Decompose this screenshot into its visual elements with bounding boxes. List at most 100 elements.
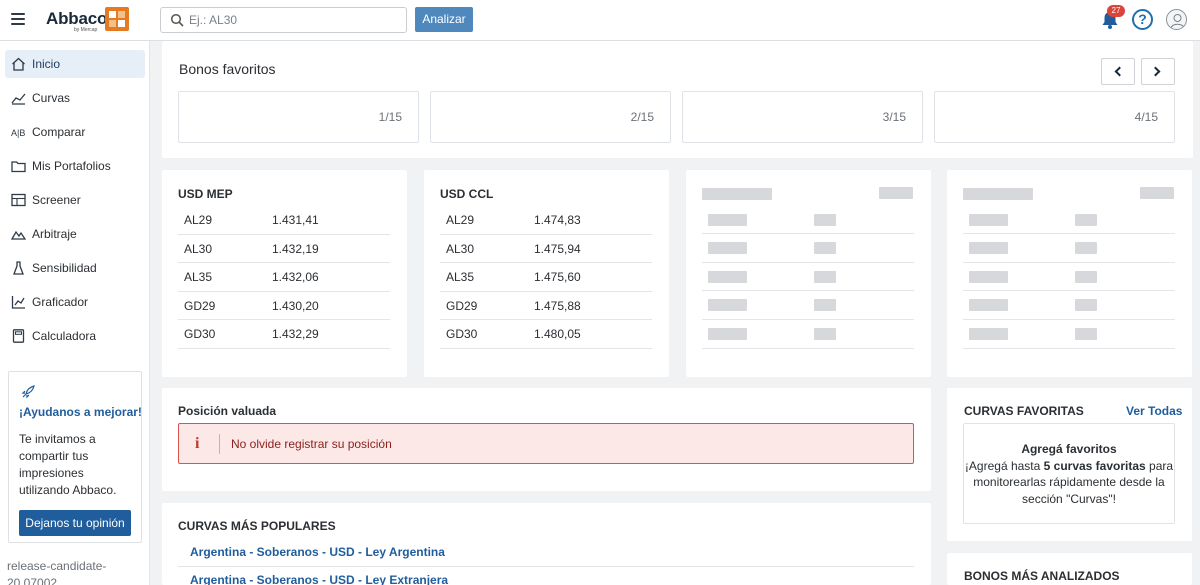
chart-line-icon <box>11 93 26 105</box>
sidebar-item-arbitraje[interactable]: Arbitraje <box>5 220 145 248</box>
usd-mep-title: USD MEP <box>178 187 233 201</box>
sidebar-item-calculadora[interactable]: Calculadora <box>5 322 145 350</box>
sidebar-item-mis-portafolios[interactable]: Mis Portafolios <box>5 152 145 180</box>
sidebar-item-label: Curvas <box>32 91 71 105</box>
skeleton-cell <box>708 328 747 340</box>
menu-icon[interactable] <box>11 13 25 25</box>
sidebar-item-label: Inicio <box>32 57 61 71</box>
screener-icon <box>11 193 26 207</box>
table-row[interactable]: AL29 1.431,41 <box>178 206 390 235</box>
sidebar-item-comparar[interactable]: A|B Comparar <box>5 118 145 146</box>
help-icon[interactable]: ? <box>1132 9 1153 30</box>
svg-text:A|B: A|B <box>11 128 25 138</box>
skeleton-cell <box>969 299 1008 311</box>
table-row[interactable]: GD29 1.430,20 <box>178 292 390 321</box>
divider <box>963 290 1175 291</box>
rate-value: 1.430,20 <box>272 298 319 313</box>
favorites-card: Bonos favoritos 1/15 2/15 3/15 4/15 <box>162 41 1193 158</box>
sidebar-item-graficador[interactable]: Graficador <box>5 288 145 316</box>
loading-card <box>947 170 1192 377</box>
next-button[interactable] <box>1141 58 1175 85</box>
sidebar: Inicio Curvas A|B Comparar Mis Portafoli… <box>0 41 150 585</box>
logo-mark-icon <box>105 7 129 31</box>
skeleton-cell <box>814 271 836 283</box>
favorite-slot[interactable]: 2/15 <box>430 91 671 143</box>
favorite-slot[interactable]: 4/15 <box>934 91 1175 143</box>
prev-button[interactable] <box>1101 58 1135 85</box>
table-row[interactable]: GD30 1.480,05 <box>440 320 652 349</box>
rate-value: 1.475,60 <box>534 270 581 285</box>
popular-curve-link[interactable]: Argentina - Soberanos - USD - Ley Extran… <box>190 573 448 585</box>
calculator-icon <box>12 329 25 343</box>
position-title: Posición valuada <box>178 404 277 418</box>
rocket-icon <box>21 385 35 399</box>
popular-curves-title: CURVAS MÁS POPULARES <box>178 519 336 533</box>
ticker: GD30 <box>446 327 478 342</box>
ticker: GD29 <box>184 298 216 313</box>
skeleton-cell <box>708 242 747 254</box>
user-icon <box>1170 14 1185 29</box>
skeleton-cell <box>1075 299 1097 311</box>
skeleton-title <box>963 188 1033 200</box>
sidebar-item-inicio[interactable]: Inicio <box>5 50 145 78</box>
sidebar-item-label: Sensibilidad <box>32 261 97 275</box>
release-label: release-candidate- <box>7 559 107 573</box>
flask-icon <box>13 261 24 275</box>
top-bonds-card: BONOS MÁS ANALIZADOS <box>947 553 1192 585</box>
divider <box>178 566 914 567</box>
skeleton-cell <box>814 242 836 254</box>
table-row[interactable]: AL30 1.475,94 <box>440 235 652 264</box>
divider <box>963 262 1175 263</box>
sidebar-item-sensibilidad[interactable]: Sensibilidad <box>5 254 145 282</box>
empty-text-bold: 5 curvas favoritas <box>1043 458 1146 473</box>
skeleton-cell <box>969 242 1008 254</box>
skeleton-badge <box>1140 187 1174 199</box>
usd-mep-card: USD MEP AL29 1.431,41 AL30 1.432,19 AL35 1.… <box>162 170 407 377</box>
ticker: GD29 <box>446 298 478 313</box>
slot-number: 1/15 <box>378 110 402 124</box>
table-row[interactable]: AL29 1.474,83 <box>440 206 652 235</box>
ver-todas-link[interactable]: Ver Todas <box>1126 404 1182 418</box>
table-row[interactable]: AL35 1.432,06 <box>178 263 390 292</box>
skeleton-cell <box>1075 242 1097 254</box>
divider <box>219 434 220 454</box>
search-input[interactable] <box>189 11 399 29</box>
divider <box>702 348 914 349</box>
table-row[interactable]: GD29 1.475,88 <box>440 292 652 321</box>
skeleton-cell <box>814 299 836 311</box>
table-row[interactable]: AL30 1.432,19 <box>178 235 390 264</box>
popular-curves-card: CURVAS MÁS POPULARES Argentina - Soberan… <box>162 503 931 585</box>
top-bonds-title: BONOS MÁS ANALIZADOS <box>964 569 1120 583</box>
sidebar-item-label: Calculadora <box>32 329 97 343</box>
analyze-button[interactable]: Analizar <box>415 7 473 32</box>
chevron-right-icon <box>1150 66 1161 77</box>
skeleton-cell <box>708 299 747 311</box>
skeleton-cell <box>1075 328 1097 340</box>
divider <box>963 348 1175 349</box>
divider <box>702 262 914 263</box>
slot-number: 3/15 <box>882 110 906 124</box>
table-row[interactable]: AL35 1.475,60 <box>440 263 652 292</box>
notification-badge: 27 <box>1107 5 1125 17</box>
sidebar-item-screener[interactable]: Screener <box>5 186 145 214</box>
rate-value: 1.432,19 <box>272 241 319 256</box>
app-name: Abbaco <box>46 9 108 28</box>
table-row[interactable]: GD30 1.432,29 <box>178 320 390 349</box>
feedback-button[interactable]: Dejanos tu opinión <box>19 510 131 536</box>
favorite-slot[interactable]: 1/15 <box>178 91 419 143</box>
alert-message: No olvide registrar su posición <box>231 437 392 451</box>
sidebar-item-curvas[interactable]: Curvas <box>5 84 145 112</box>
rate-value: 1.432,29 <box>272 327 319 342</box>
sidebar-item-label: Graficador <box>32 295 89 309</box>
usd-mep-table: AL29 1.431,41 AL30 1.432,19 AL35 1.432,06 G… <box>178 206 390 349</box>
position-alert: i No olvide registrar su posición <box>178 423 914 464</box>
favorite-slot[interactable]: 3/15 <box>682 91 923 143</box>
avatar[interactable] <box>1166 9 1187 30</box>
popular-curve-link[interactable]: Argentina - Soberanos - USD - Ley Argent… <box>190 545 445 559</box>
ticker: AL29 <box>446 213 475 227</box>
usd-ccl-table: AL29 1.474,83 AL30 1.475,94 AL35 1.475,60 G… <box>440 206 652 349</box>
bar-chart-icon <box>11 296 25 309</box>
empty-state: Agregá favoritos ¡Agregá hasta 5 curvas … <box>963 423 1175 524</box>
skeleton-cell <box>969 214 1008 226</box>
curvas-favoritas-title: CURVAS FAVORITAS <box>964 404 1084 418</box>
